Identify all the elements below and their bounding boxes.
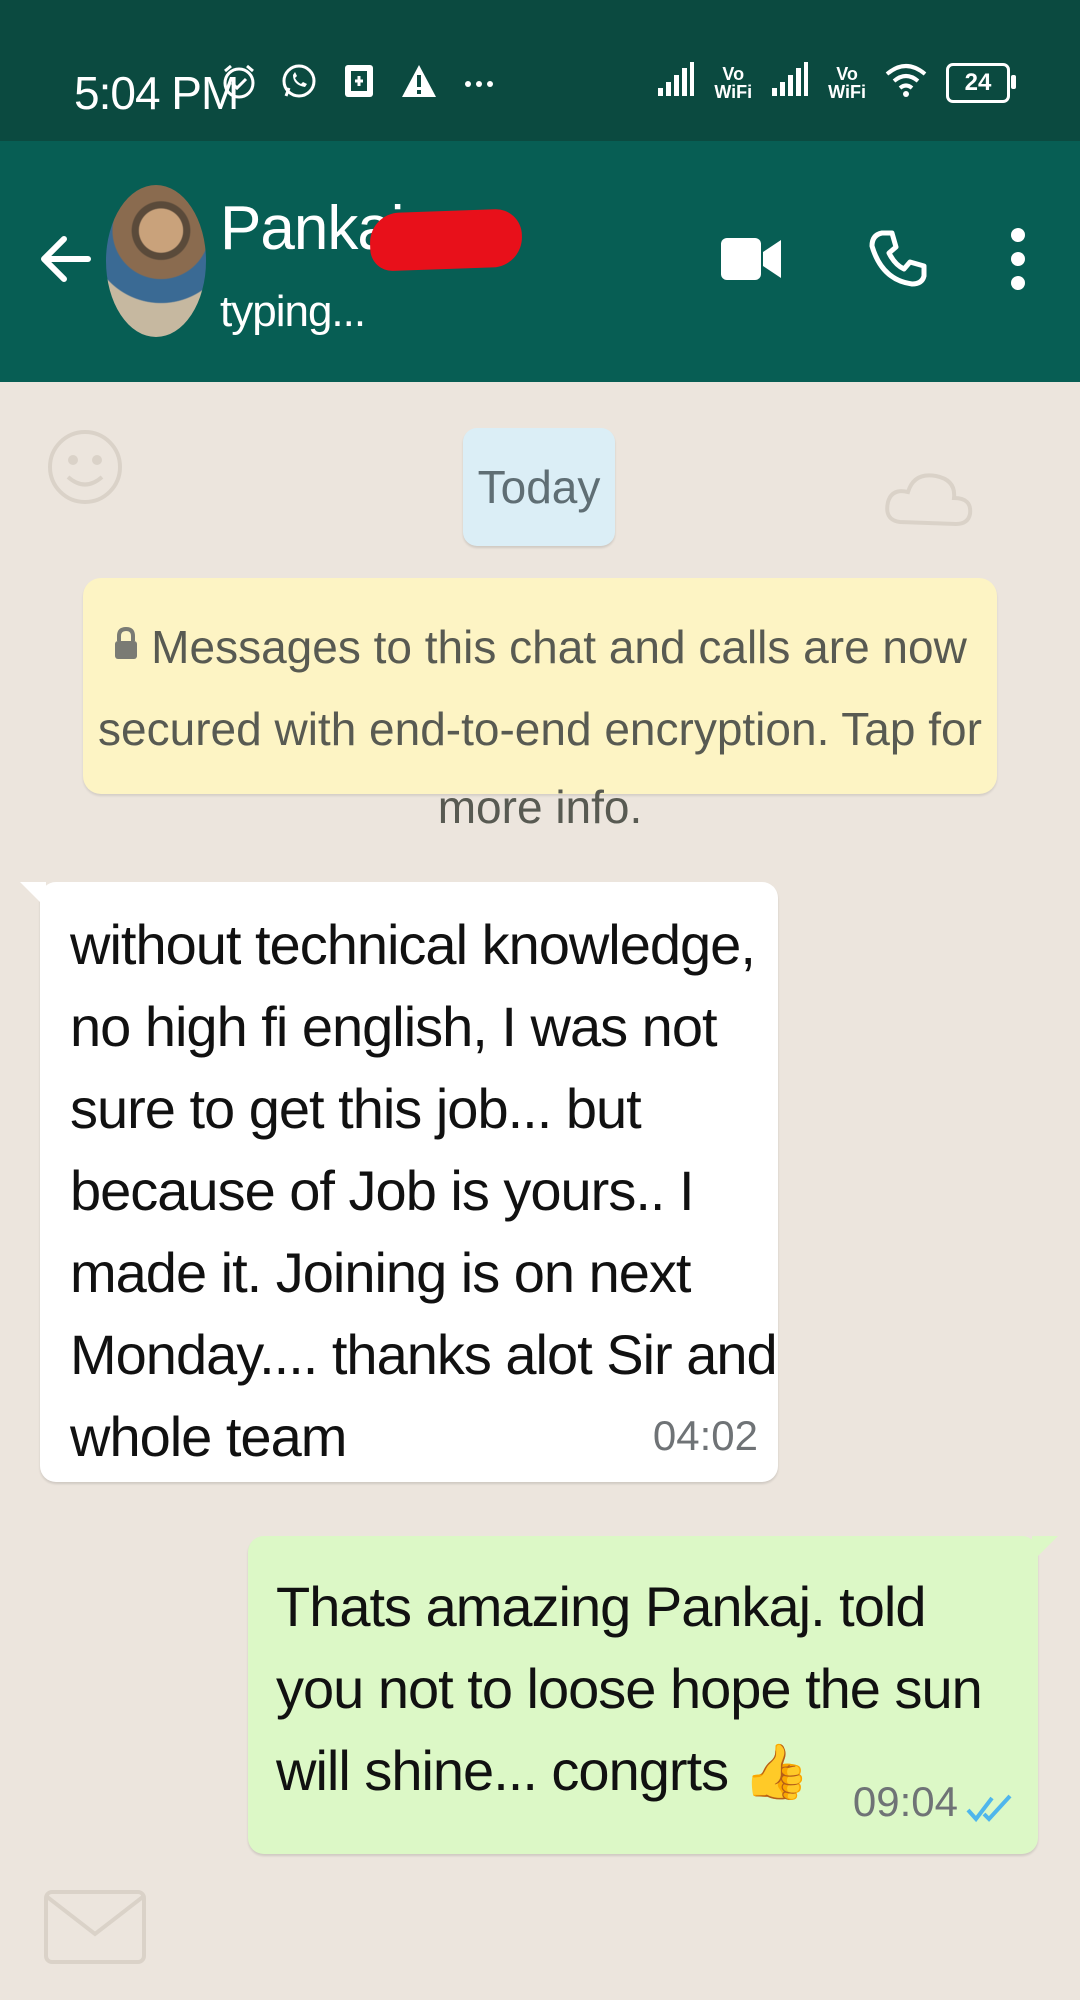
battery-indicator: 24 [946, 62, 1016, 103]
vowifi-label-2: Vo WiFi [828, 63, 866, 102]
back-arrow-icon [41, 236, 91, 282]
message-text: Thats amazing Pankaj. told you not to lo… [276, 1575, 983, 1802]
sim-update-icon [340, 62, 378, 100]
more-notifications-icon [460, 62, 498, 100]
status-time: 5:04 PM [74, 67, 239, 119]
wallpaper-doodle-icon [48, 430, 122, 504]
chat-header: Pankaj typing... [0, 141, 1080, 382]
status-bar: 5:04 PM Vo WiFi Vo WiFi 24 [0, 0, 1080, 141]
avatar[interactable] [106, 185, 206, 337]
date-chip: Today [463, 428, 615, 546]
whatsapp-icon [280, 62, 318, 100]
encryption-notice[interactable]: Messages to this chat and calls are now … [83, 578, 997, 833]
overflow-menu-button[interactable] [982, 223, 1054, 295]
more-vert-icon [1011, 228, 1025, 290]
contact-status: typing... [220, 287, 366, 336]
status-notification-icons [220, 62, 498, 100]
read-receipt-double-check-icon [966, 1794, 1012, 1823]
message-text: without technical knowledge, no high fi … [70, 913, 778, 1468]
signal-icon-2 [770, 62, 810, 103]
vowifi-label-1: Vo WiFi [714, 63, 753, 102]
wallpaper-envelope-icon [44, 1890, 146, 1964]
warning-icon [400, 62, 438, 100]
phone-icon [869, 230, 927, 287]
lock-icon [113, 606, 139, 684]
voice-call-button[interactable] [862, 223, 934, 295]
video-camera-icon [721, 238, 781, 280]
outgoing-message[interactable]: Thats amazing Pankaj. told you not to lo… [248, 1536, 1058, 1854]
name-redaction-mark [369, 208, 523, 272]
message-time: 09:04 [852, 1778, 958, 1825]
encryption-notice-text: Messages to this chat and calls are now … [98, 621, 982, 833]
message-text-container: Thats amazing Pankaj. told you not to lo… [276, 1566, 983, 1812]
wallpaper-cloud-icon [885, 473, 973, 527]
chat-area[interactable]: Today Messages to this chat and calls ar… [0, 382, 1080, 2000]
signal-icon [656, 62, 696, 103]
alarm-icon [220, 62, 258, 100]
back-button[interactable] [36, 229, 96, 289]
status-system-icons: Vo WiFi Vo WiFi 24 [656, 60, 1016, 105]
incoming-message[interactable]: without technical knowledge, no high fi … [20, 882, 778, 1482]
thumbs-up-emoji: 👍 [742, 1742, 810, 1802]
message-time: 04:02 [652, 1412, 758, 1459]
video-call-button[interactable] [716, 223, 788, 295]
wifi-icon [884, 60, 928, 105]
